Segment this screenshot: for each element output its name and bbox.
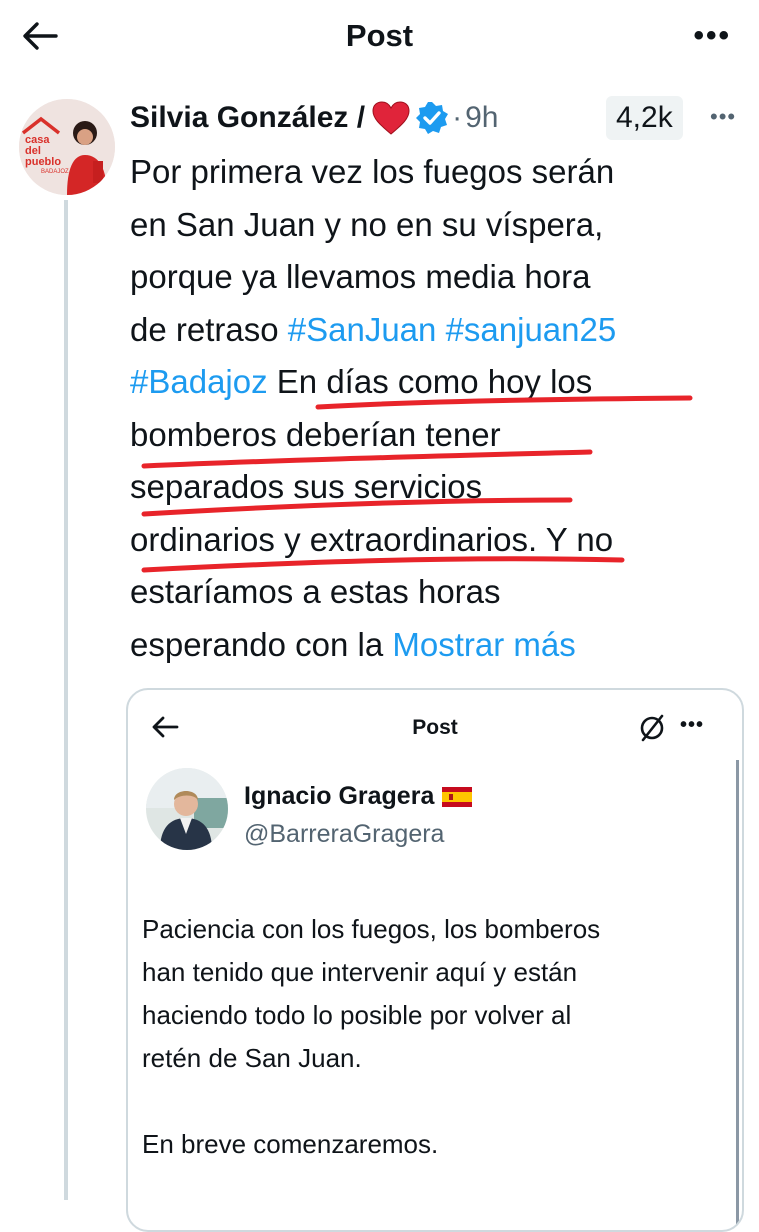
quote-text: Paciencia con los fuegos, los bomberos h… [142, 908, 722, 1166]
spain-flag-icon [442, 786, 473, 807]
tweet-header: Silvia González / · 9h [130, 94, 498, 142]
tweet-line: bomberos deberían tener [130, 415, 501, 453]
quote-author-handle: @BarreraGragera [244, 820, 445, 848]
tweet-line-text: de retraso [130, 310, 288, 348]
quote-line: En breve comenzaremos. [142, 1129, 439, 1159]
thread-line [64, 200, 68, 1200]
hashtag-sanjuan25[interactable]: #sanjuan25 [446, 311, 617, 348]
tweet-line-text: esperando con la [130, 625, 393, 663]
quote-author-name: Ignacio Gragera [244, 782, 435, 810]
heart-icon [372, 101, 410, 135]
tweet-line: ordinarios y extraordinarios. Y no [130, 520, 614, 558]
tweet-text: Por primera vez los fuegos serán en San … [130, 146, 750, 671]
hashtag-badajoz[interactable]: #Badajoz [130, 363, 268, 400]
quote-author-avatar [146, 768, 228, 850]
no-sign-icon [640, 714, 664, 742]
author-name[interactable]: Silvia González / [130, 101, 365, 135]
tweet-line: esperando con la Mostrar más [130, 619, 750, 672]
more-options-button[interactable]: ••• [693, 16, 731, 56]
quote-line: retén de San Juan. [142, 1043, 362, 1073]
tweet-more-icon[interactable]: ••• [710, 104, 736, 130]
avatar-logo-text-4: BADAJOZ [41, 169, 69, 175]
quoted-post-card[interactable]: Post ••• Ignacio Gragera @BarreraGragera… [126, 688, 744, 1232]
top-bar: Post ••• [0, 0, 759, 72]
quote-author-row: Ignacio Gragera [244, 782, 473, 811]
tweet-line: porque ya llevamos media hora [130, 258, 591, 295]
author-avatar[interactable]: casa del pueblo BADAJOZ [19, 99, 115, 195]
tweet-line-text: En días como hoy los [276, 363, 593, 400]
hashtag-sanjuan[interactable]: #SanJuan [288, 311, 437, 348]
quote-line: haciendo todo lo posible por volver al [142, 1000, 572, 1030]
quote-scrollbar[interactable] [736, 760, 739, 1230]
quote-more-icon: ••• [680, 714, 705, 736]
tweet-line: en San Juan y no en su víspera, [130, 205, 604, 243]
verified-icon [416, 102, 449, 134]
quote-line: Paciencia con los fuegos, los bomberos [142, 914, 601, 944]
tweet-line: separados sus servicios [130, 468, 483, 505]
quote-line: han tenido que intervenir aquí y están [142, 957, 578, 987]
tweet-line: #Badajoz En días como hoy los [130, 356, 750, 409]
views-badge[interactable]: 4,2k [606, 96, 683, 140]
tweet-line: estaríamos a estas horas [130, 573, 501, 610]
tweet-line: de retraso #SanJuan #sanjuan25 [130, 304, 750, 357]
show-more-link[interactable]: Mostrar más [392, 626, 575, 663]
tweet-time[interactable]: 9h [465, 101, 498, 135]
tweet-line: Por primera vez los fuegos serán [130, 153, 615, 190]
avatar-logo-text-3: pueblo [25, 156, 61, 168]
separator-dot: · [452, 101, 463, 134]
page-title: Post [345, 18, 414, 53]
